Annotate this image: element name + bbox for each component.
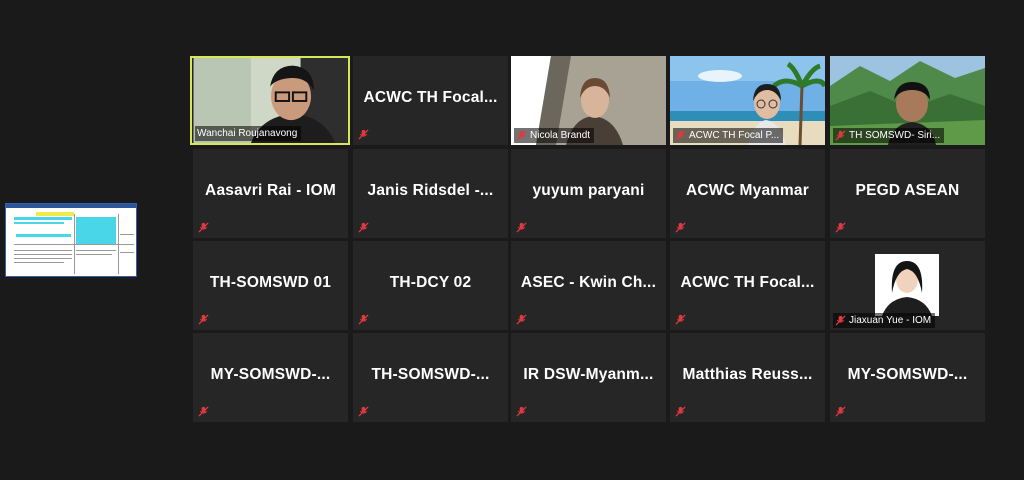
- mic-muted-icon: [358, 222, 369, 233]
- mic-muted-icon: [516, 406, 527, 417]
- participant-tile[interactable]: Janis Ridsdel -...: [353, 149, 508, 238]
- text-line: [14, 258, 72, 259]
- document-toolbar: [6, 204, 136, 208]
- participant-name: ACWC Myanmar: [686, 182, 809, 199]
- participant-tile[interactable]: MY-SOMSWD-...: [193, 333, 348, 422]
- participant-tile[interactable]: PEGD ASEAN: [830, 149, 985, 238]
- participant-tile[interactable]: TH-SOMSWD 01: [193, 241, 348, 330]
- mic-muted-icon: [835, 315, 846, 326]
- participant-name: MY-SOMSWD-...: [847, 366, 968, 383]
- participant-tile[interactable]: ACWC Myanmar: [670, 149, 825, 238]
- participant-tile[interactable]: ACWC TH Focal...: [353, 56, 508, 145]
- participant-name-label: Wanchai Roujanavong: [195, 126, 302, 141]
- participant-tile[interactable]: ASEC - Kwin Ch...: [511, 241, 666, 330]
- mic-muted-icon: [516, 222, 527, 233]
- mic-muted-icon: [675, 406, 686, 417]
- participant-tile[interactable]: TH-SOMSWD-...: [353, 333, 508, 422]
- participant-tile[interactable]: Matthias Reuss...: [670, 333, 825, 422]
- participant-tile[interactable]: ACWC TH Focal P...: [670, 56, 825, 145]
- participant-tile[interactable]: Jiaxuan Yue - IOM: [830, 241, 985, 330]
- highlight-yellow: [36, 212, 74, 216]
- participant-name: Matthias Reuss...: [682, 366, 813, 383]
- participant-name: ASEC - Kwin Ch...: [520, 274, 657, 291]
- participant-tile[interactable]: IR DSW-Myanm...: [511, 333, 666, 422]
- participant-name: TH-SOMSWD 01: [209, 274, 332, 291]
- text-line: [120, 234, 134, 235]
- text-line: [76, 254, 112, 255]
- participant-name: MY-SOMSWD-...: [210, 366, 331, 383]
- participant-tile[interactable]: MY-SOMSWD-...: [830, 333, 985, 422]
- participant-name: TH-SOMSWD-...: [371, 366, 490, 383]
- participant-name: IR DSW-Myanm...: [523, 366, 654, 383]
- participant-name: Aasavri Rai - IOM: [205, 182, 336, 199]
- participant-name: Nicola Brandt: [530, 130, 591, 141]
- highlight-cyan: [76, 217, 116, 245]
- participant-name-label: Jiaxuan Yue - IOM: [833, 313, 936, 328]
- text-line: [14, 262, 64, 263]
- participant-name: TH-DCY 02: [389, 274, 472, 291]
- participant-tile[interactable]: Nicola Brandt: [511, 56, 666, 145]
- participant-name-label: TH SOMSWD- Siri...: [833, 128, 945, 143]
- mic-muted-icon: [835, 406, 846, 417]
- text-line: [14, 254, 72, 255]
- highlight-cyan: [14, 217, 72, 220]
- highlight-cyan: [16, 234, 71, 237]
- participant-name: Wanchai Roujanavong: [197, 128, 298, 139]
- participant-tile[interactable]: ACWC TH Focal...: [670, 241, 825, 330]
- mic-muted-icon: [358, 406, 369, 417]
- text-line: [120, 252, 134, 253]
- table-line: [14, 244, 134, 245]
- mic-muted-icon: [835, 130, 846, 141]
- participant-name: ACWC TH Focal P...: [689, 130, 780, 141]
- mic-muted-icon: [675, 314, 686, 325]
- participant-tile[interactable]: TH SOMSWD- Siri...: [830, 56, 985, 145]
- text-line: [14, 250, 72, 251]
- participant-tile[interactable]: Wanchai Roujanavong: [190, 56, 350, 145]
- mic-muted-icon: [675, 222, 686, 233]
- shared-screen-thumbnail[interactable]: [5, 203, 137, 277]
- participant-tile[interactable]: yuyum paryani: [511, 149, 666, 238]
- participant-name-label: Nicola Brandt: [514, 128, 595, 143]
- mic-muted-icon: [835, 222, 846, 233]
- participant-name: yuyum paryani: [532, 182, 645, 199]
- mic-muted-icon: [516, 130, 527, 141]
- participant-grid: Wanchai Roujanavong ACWC TH Focal... Nic…: [190, 56, 987, 422]
- mic-muted-icon: [198, 222, 209, 233]
- mic-muted-icon: [358, 129, 369, 140]
- participant-name: TH SOMSWD- Siri...: [849, 130, 941, 141]
- participant-name: ACWC TH Focal...: [363, 89, 498, 106]
- participant-name: Jiaxuan Yue - IOM: [849, 315, 932, 326]
- mic-muted-icon: [198, 406, 209, 417]
- mic-muted-icon: [358, 314, 369, 325]
- mic-muted-icon: [516, 314, 527, 325]
- participant-name: Janis Ridsdel -...: [367, 182, 494, 199]
- participant-name-label: ACWC TH Focal P...: [673, 128, 784, 143]
- text-line: [76, 250, 116, 251]
- participant-name: PEGD ASEAN: [855, 182, 960, 199]
- highlight-cyan: [14, 222, 64, 224]
- mic-muted-icon: [198, 314, 209, 325]
- mic-muted-icon: [675, 130, 686, 141]
- participant-tile[interactable]: Aasavri Rai - IOM: [193, 149, 348, 238]
- participant-tile[interactable]: TH-DCY 02: [353, 241, 508, 330]
- participant-name: ACWC TH Focal...: [680, 274, 815, 291]
